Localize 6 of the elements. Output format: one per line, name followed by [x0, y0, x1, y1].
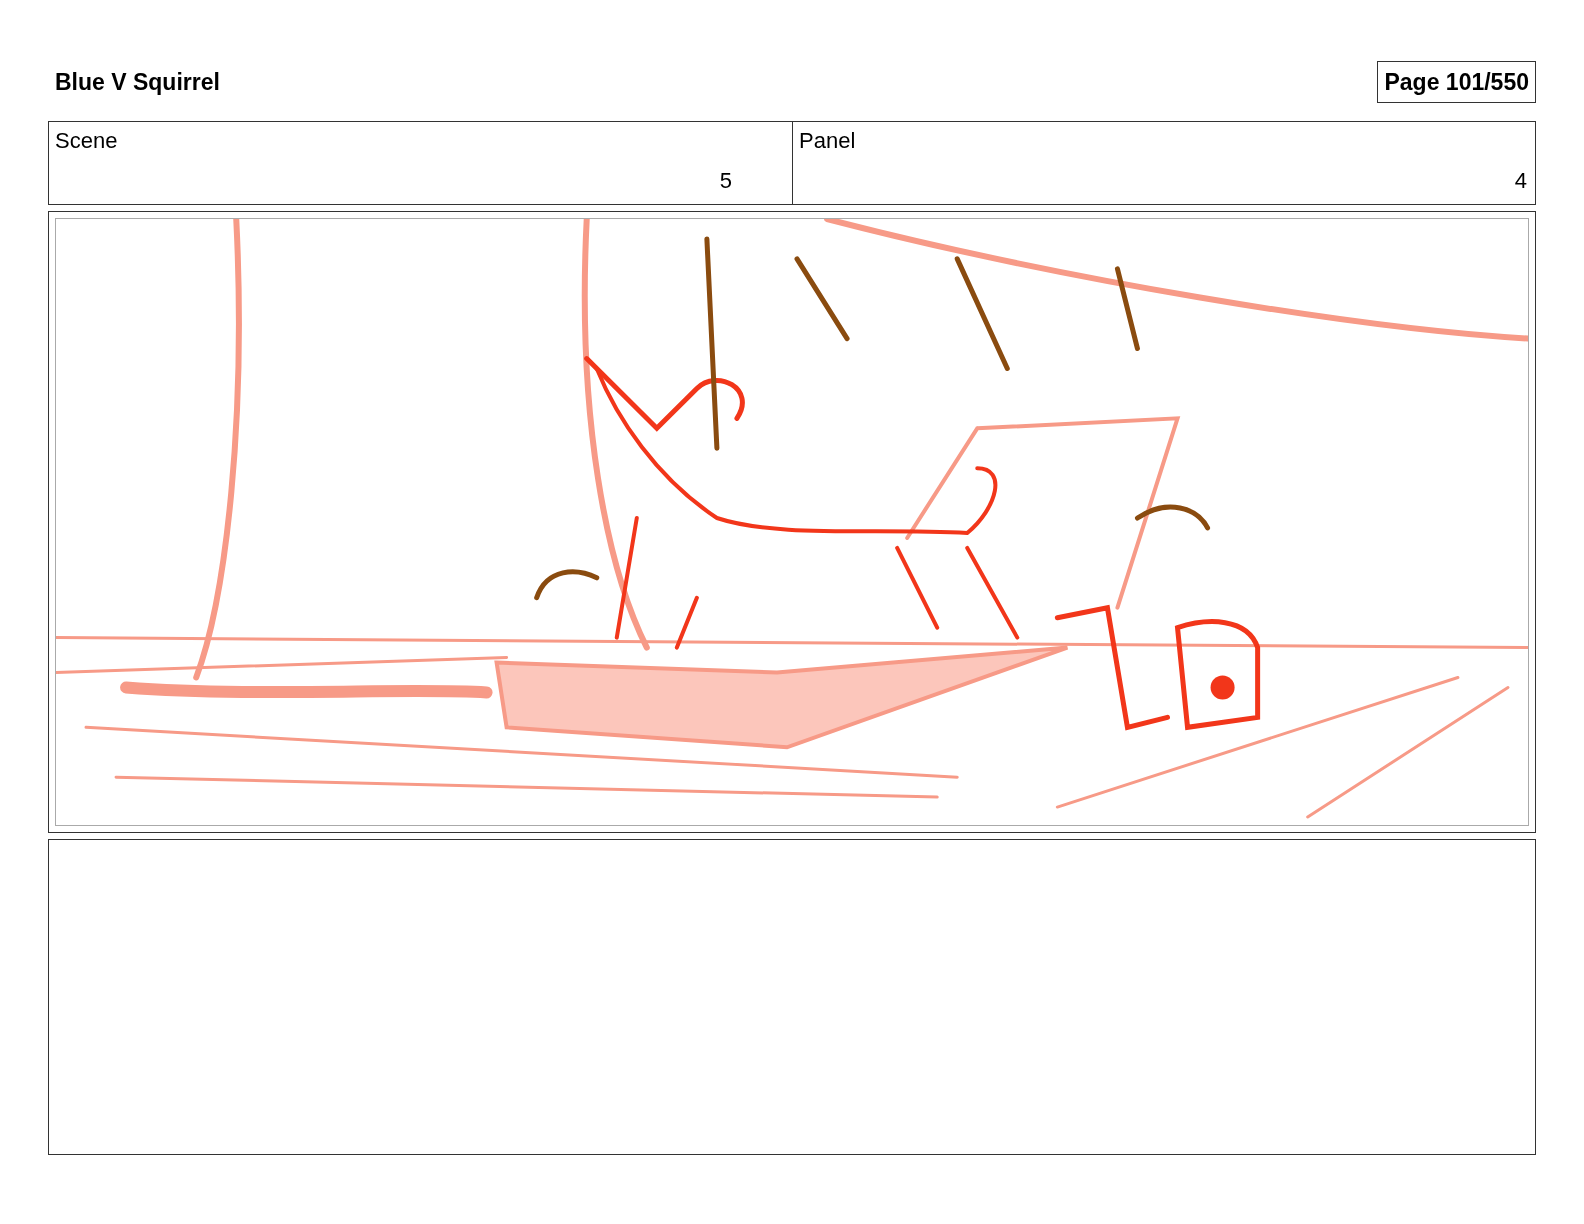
field-value: 4	[1513, 168, 1527, 194]
field-label: Scene	[55, 128, 119, 154]
field-label: Panel	[799, 128, 857, 154]
field-value: 5	[718, 168, 732, 194]
storyboard-title: Blue V Squirrel	[54, 68, 220, 96]
page-number: Page 101/550	[1377, 61, 1536, 103]
